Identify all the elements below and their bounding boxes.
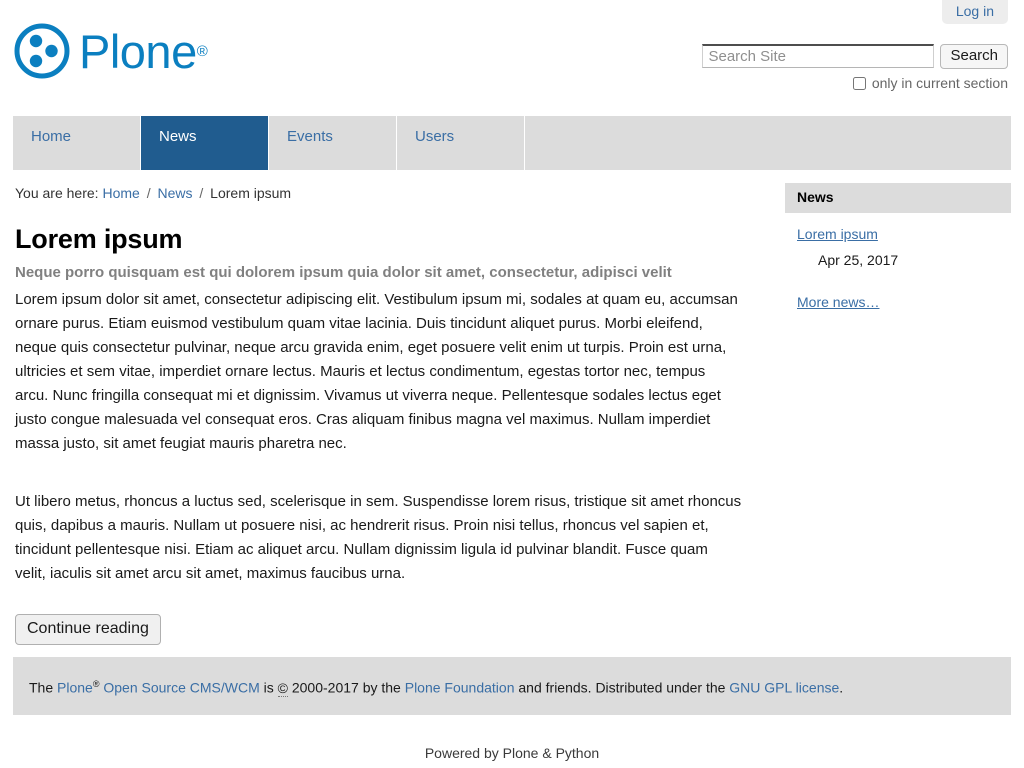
colophon-years: 2000-2017 bbox=[291, 679, 359, 696]
breadcrumb-separator: / bbox=[199, 185, 204, 201]
nav-item-events[interactable]: Events bbox=[269, 116, 397, 170]
page-root: Log in Plone ® Search only in bbox=[0, 0, 1024, 761]
main-content-column: You are here: Home / News / Lorem ipsum … bbox=[13, 183, 770, 645]
search-section-option: only in current section bbox=[690, 75, 1008, 91]
personal-bar: Log in bbox=[941, 0, 1008, 24]
nav-item-home[interactable]: Home bbox=[13, 116, 141, 170]
global-navigation: Home News Events Users bbox=[13, 116, 1011, 170]
nav-item-users[interactable]: Users bbox=[397, 116, 525, 170]
colophon-is-word: is bbox=[263, 679, 274, 696]
site-header: Plone ® Search only in current section bbox=[0, 0, 1024, 116]
news-portlet-footer: More news… bbox=[785, 269, 1011, 311]
breadcrumb-prefix: You are here: bbox=[15, 185, 99, 201]
login-link[interactable]: Log in bbox=[941, 0, 1008, 24]
search-row: Search bbox=[690, 44, 1008, 69]
logo-registered-mark: ® bbox=[196, 42, 208, 60]
colophon-registered-mark: ® bbox=[92, 679, 100, 690]
news-item-date: Apr 25, 2017 bbox=[818, 252, 899, 268]
colophon-text: The Plone® Open Source CMS/WCM is © 2000… bbox=[29, 675, 843, 697]
colophon-bar: The Plone® Open Source CMS/WCM is © 2000… bbox=[13, 657, 1011, 715]
news-item-link[interactable]: Lorem ipsum bbox=[797, 225, 878, 243]
nav-item-news[interactable]: News bbox=[141, 116, 269, 170]
colophon-license-link[interactable]: GNU GPL license bbox=[729, 680, 839, 696]
colophon-period: . bbox=[839, 679, 844, 696]
search-box: Search only in current section bbox=[690, 44, 1008, 91]
continue-reading-button[interactable]: Continue reading bbox=[15, 614, 161, 645]
more-news-link[interactable]: More news… bbox=[797, 294, 879, 310]
page-description: Neque porro quisquam est qui dolorem ips… bbox=[15, 264, 672, 281]
logo-wordmark: Plone bbox=[79, 24, 197, 78]
body-paragraph-2: Ut libero metus, rhoncus a luctus sed, s… bbox=[15, 493, 742, 582]
breadcrumb-link-home[interactable]: Home bbox=[102, 185, 139, 201]
right-portlet-column: News Lorem ipsum Apr 25, 2017 More news… bbox=[785, 183, 1011, 311]
breadcrumb-separator: / bbox=[146, 185, 151, 201]
search-input[interactable] bbox=[702, 44, 935, 68]
powered-by-text: Powered by Plone & Python bbox=[424, 745, 600, 761]
news-portlet-item: Lorem ipsum Apr 25, 2017 bbox=[797, 225, 999, 269]
copyright-symbol: © bbox=[277, 679, 288, 697]
only-current-section-checkbox[interactable] bbox=[852, 76, 866, 90]
colophon-foundation-link[interactable]: Plone Foundation bbox=[405, 680, 515, 696]
colophon-by-the: by the bbox=[362, 679, 401, 696]
news-portlet: News Lorem ipsum Apr 25, 2017 More news… bbox=[785, 183, 1011, 311]
breadcrumb-current: Lorem ipsum bbox=[210, 185, 292, 201]
colophon-plone-link[interactable]: Plone bbox=[57, 680, 93, 696]
breadcrumb: You are here: Home / News / Lorem ipsum bbox=[13, 183, 770, 205]
site-logo[interactable]: Plone ® bbox=[13, 22, 208, 80]
news-portlet-header: News bbox=[785, 183, 1011, 213]
search-button[interactable]: Search bbox=[940, 44, 1008, 69]
content-columns: You are here: Home / News / Lorem ipsum … bbox=[13, 170, 1011, 645]
document-body: Lorem ipsum dolor sit amet, consectetur … bbox=[13, 288, 770, 586]
colophon-cms-link[interactable]: Open Source CMS/WCM bbox=[103, 680, 259, 696]
colophon-lead: The bbox=[29, 679, 54, 696]
breadcrumb-link-news[interactable]: News bbox=[157, 185, 192, 201]
site-footer: The Plone® Open Source CMS/WCM is © 2000… bbox=[0, 657, 1024, 762]
body-paragraph-1: Lorem ipsum dolor sit amet, consectetur … bbox=[15, 291, 738, 452]
colophon-and-friends: and friends. Distributed under the bbox=[518, 679, 726, 696]
plone-logo-icon bbox=[13, 22, 71, 80]
news-portlet-body: Lorem ipsum Apr 25, 2017 bbox=[785, 213, 1011, 269]
nav-filler bbox=[525, 116, 1011, 170]
page-title: Lorem ipsum bbox=[15, 224, 183, 254]
only-current-section-label[interactable]: only in current section bbox=[872, 75, 1008, 91]
